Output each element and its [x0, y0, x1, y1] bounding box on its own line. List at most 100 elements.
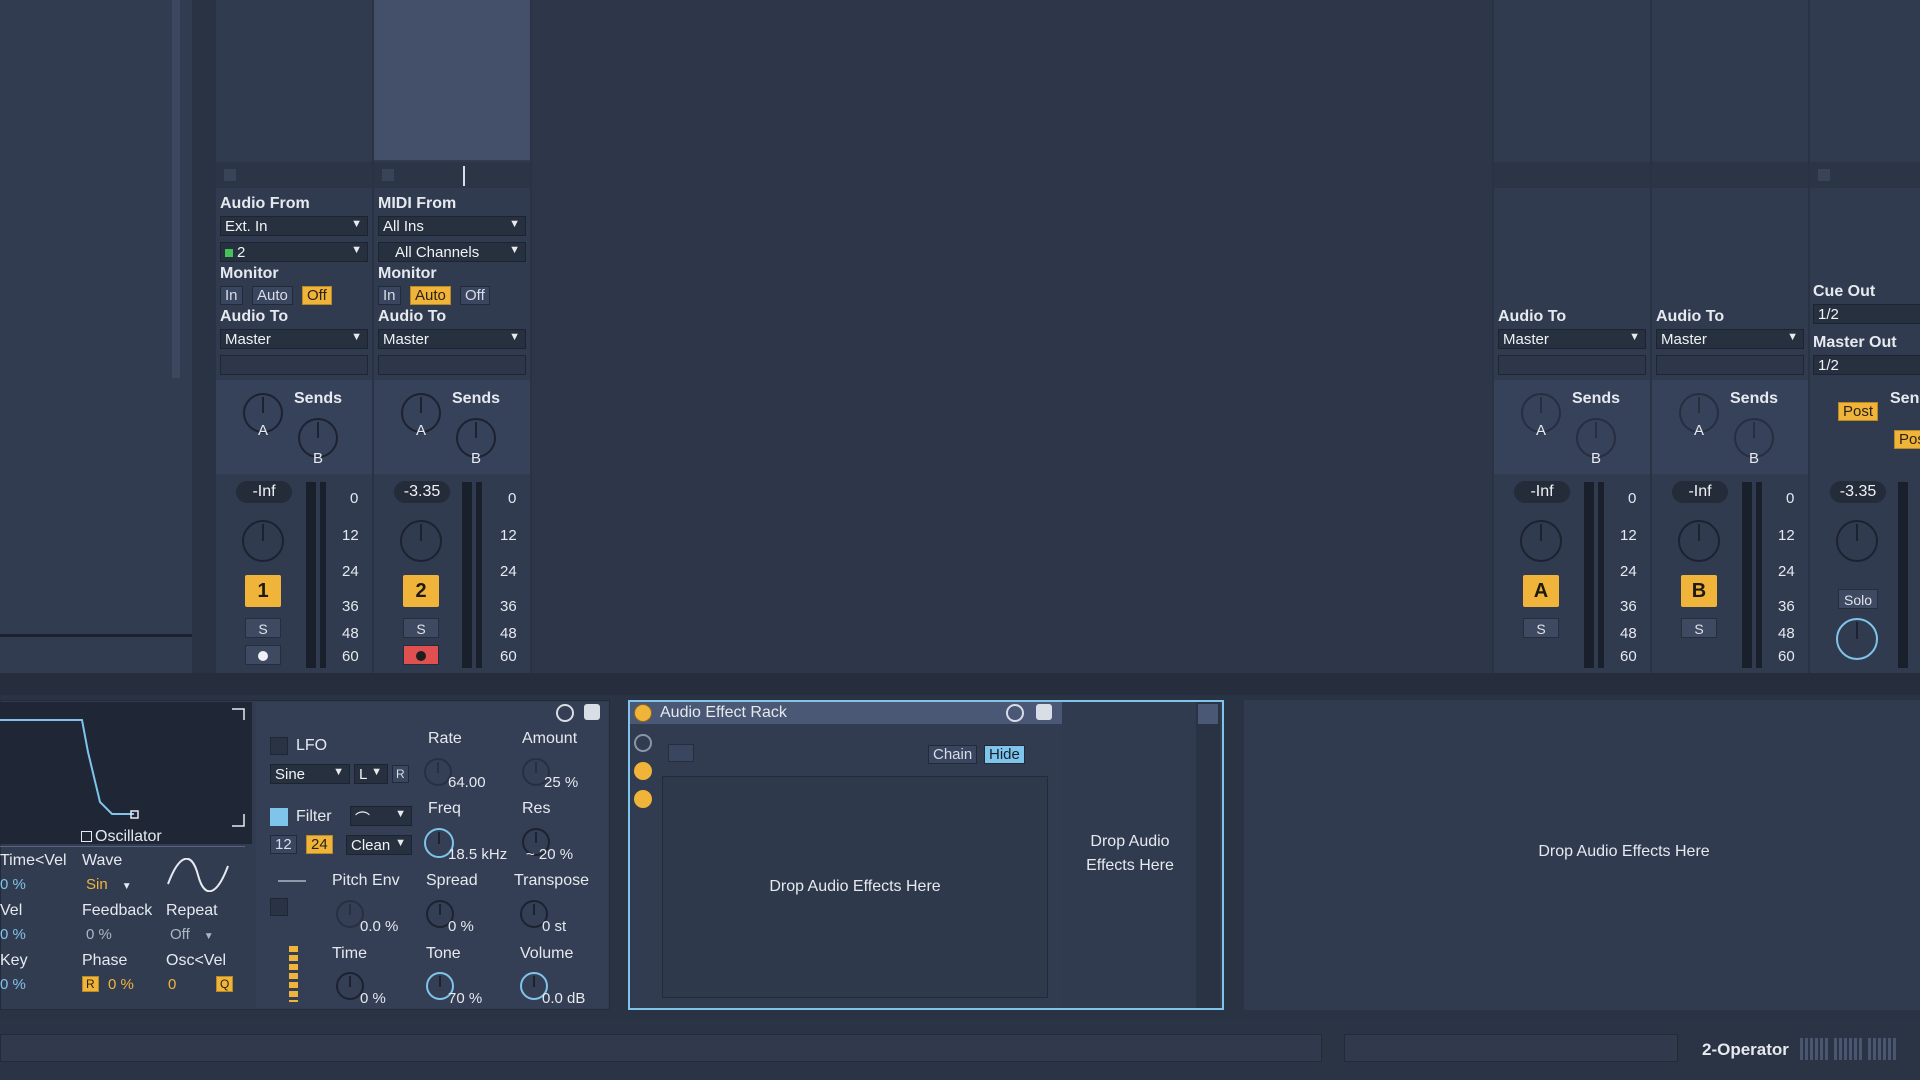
track-2-arm[interactable]	[403, 645, 439, 665]
spread-value[interactable]: 0 %	[448, 918, 474, 935]
filter-12-button[interactable]: 12	[270, 835, 297, 854]
master-pan-knob[interactable]	[1836, 520, 1878, 562]
rack-macro-icon[interactable]	[634, 734, 652, 752]
track-1-monitor-off[interactable]: Off	[302, 286, 332, 305]
filter-type-select[interactable]: ⌒ ▼	[350, 806, 412, 828]
return-b-output-channel[interactable]	[1656, 355, 1804, 375]
track-1-input-source[interactable]: Ext. In ▼	[220, 216, 368, 236]
view-splitter[interactable]	[0, 673, 1920, 695]
lfo-r-button[interactable]: R	[392, 765, 409, 783]
drop-area-main[interactable]: Drop Audio Effects Here	[662, 878, 1048, 896]
track-2-pan-knob[interactable]	[400, 520, 442, 562]
cue-out-select[interactable]: 1/2	[1813, 304, 1920, 324]
return-a-solo[interactable]: S	[1523, 618, 1559, 638]
wave-select[interactable]: Sin ▼	[86, 876, 146, 893]
filter-checkbox[interactable]	[270, 808, 288, 826]
master-stop-button[interactable]	[1818, 169, 1830, 181]
track-1-volume[interactable]: -Inf	[236, 481, 292, 503]
return-a-pan-knob[interactable]	[1520, 520, 1562, 562]
track-1-output-channel[interactable]	[220, 355, 368, 375]
transpose-value[interactable]: 0 st	[542, 918, 566, 935]
drop-area-side-line2[interactable]: Effects Here	[1066, 857, 1194, 875]
pitch-env-value[interactable]: 0.0 %	[360, 918, 398, 935]
repeat-select[interactable]: Off ▼	[170, 926, 214, 943]
rack-scrollbar-thumb[interactable]	[1198, 704, 1218, 724]
oscillator-checkbox[interactable]	[81, 831, 92, 842]
track-1-activator[interactable]: 1	[245, 575, 281, 607]
track-2-input-source[interactable]: All Ins ▼	[378, 216, 526, 236]
operator-hotswap-icon[interactable]	[556, 704, 574, 722]
res-value[interactable]: ~ 20 %	[526, 846, 573, 863]
rack-scrollbar[interactable]	[1196, 702, 1220, 1008]
return-a-output-channel[interactable]	[1498, 355, 1646, 375]
track-2-output-target[interactable]: Master ▼	[378, 329, 526, 349]
browser-scrollbar[interactable]	[172, 0, 180, 378]
track-1-stop-button[interactable]	[224, 169, 236, 181]
rack-list-icon[interactable]	[634, 762, 652, 780]
rack-devices-icon[interactable]	[634, 790, 652, 808]
feedback-value[interactable]: 0 %	[86, 926, 112, 943]
return-b-activator[interactable]: B	[1681, 575, 1717, 607]
master-post-button-2[interactable]: Pos	[1894, 430, 1920, 449]
phase-r-button[interactable]: R	[82, 976, 99, 992]
rack-activator-icon[interactable]	[634, 704, 652, 722]
hide-button[interactable]: Hide	[984, 745, 1025, 764]
time-vel-value[interactable]: 0 %	[0, 876, 26, 893]
return-a-volume[interactable]: -Inf	[1514, 481, 1570, 503]
lfo-checkbox[interactable]	[270, 737, 288, 755]
key-value[interactable]: 0 %	[0, 976, 26, 993]
operator-save-icon[interactable]	[584, 704, 600, 720]
vel-value[interactable]: 0 %	[0, 926, 26, 943]
track-2-input-channel[interactable]: All Channels ▼	[378, 242, 526, 262]
track-2-monitor-auto[interactable]: Auto	[410, 286, 451, 305]
drop-area-side-line1[interactable]: Drop Audio	[1066, 833, 1194, 851]
return-b-pan-knob[interactable]	[1678, 520, 1720, 562]
volume-value[interactable]: 0.0 dB	[542, 990, 585, 1007]
track-2-volume[interactable]: -3.35	[394, 481, 450, 503]
return-b-solo[interactable]: S	[1681, 618, 1717, 638]
track-1-monitor-in[interactable]: In	[220, 286, 243, 305]
rack-save-icon[interactable]	[1036, 704, 1052, 720]
track-2-output-channel[interactable]	[378, 355, 526, 375]
filter-mode-select[interactable]: Clean ▼	[346, 835, 412, 855]
track-1-arm[interactable]	[245, 645, 281, 665]
cue-volume-knob[interactable]	[1836, 618, 1878, 660]
track-1-input-channel[interactable]: 2 ▼	[220, 242, 368, 262]
track-2-monitor-in[interactable]: In	[378, 286, 401, 305]
chevron-down-icon: ▼	[1787, 331, 1798, 343]
track-1-monitor-auto[interactable]: Auto	[252, 286, 293, 305]
return-b-volume[interactable]: -Inf	[1672, 481, 1728, 503]
track-1-pan-knob[interactable]	[242, 520, 284, 562]
rate-value[interactable]: 64.00	[448, 774, 486, 791]
return-b-output-target[interactable]: Master ▼	[1656, 329, 1804, 349]
tone-value[interactable]: 70 %	[448, 990, 482, 1007]
amount-value[interactable]: 25 %	[544, 774, 578, 791]
master-out-select[interactable]: 1/2	[1813, 355, 1920, 375]
track-2-activator[interactable]: 2	[403, 575, 439, 607]
track-2-solo[interactable]: S	[403, 618, 439, 638]
track-2-stop-button[interactable]	[382, 169, 394, 181]
return-a-activator[interactable]: A	[1523, 575, 1559, 607]
rack-hotswap-icon[interactable]	[1006, 704, 1024, 722]
lfo-lr-select[interactable]: L ▼	[354, 764, 388, 784]
master-post-button[interactable]: Post	[1838, 402, 1879, 421]
lfo-wave-select[interactable]: Sine ▼	[270, 764, 350, 784]
pitch-env-checkbox[interactable]	[270, 898, 288, 916]
chain-button[interactable]: Chain	[928, 745, 978, 764]
master-solo-button[interactable]: Solo	[1838, 589, 1878, 609]
track-2-clip-slot-selected[interactable]	[374, 0, 530, 160]
osc-vel-value[interactable]: 0	[168, 976, 176, 993]
drop-area-device-chain[interactable]: Drop Audio Effects Here	[1244, 843, 1920, 861]
track-1-output-target[interactable]: Master ▼	[220, 329, 368, 349]
master-volume[interactable]: -3.35	[1830, 481, 1886, 503]
track-1-solo[interactable]: S	[245, 618, 281, 638]
freq-value[interactable]: 18.5 kHz	[448, 846, 507, 863]
track-1-input-channel-value: 2	[237, 244, 246, 261]
track-2-monitor-off[interactable]: Off	[460, 286, 490, 305]
return-a-output-target[interactable]: Master ▼	[1498, 329, 1646, 349]
phase-value[interactable]: 0 %	[108, 976, 134, 993]
osc-vel-q-button[interactable]: Q	[216, 976, 234, 992]
time-value[interactable]: 0 %	[360, 990, 386, 1007]
chain-list-icon[interactable]	[668, 744, 694, 762]
filter-24-button[interactable]: 24	[306, 835, 333, 854]
